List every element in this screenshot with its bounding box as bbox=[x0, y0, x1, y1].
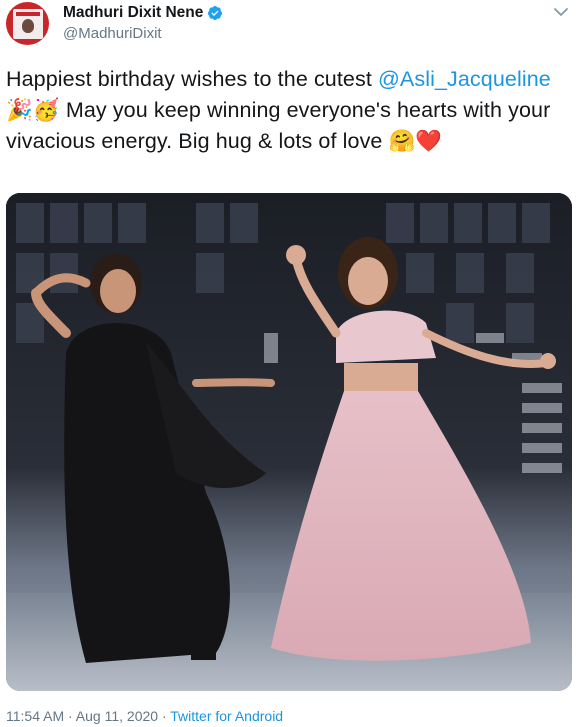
tweet-text-after: May you keep winning everyone's hearts w… bbox=[6, 97, 551, 154]
tweet-text: Happiest birthday wishes to the cutest @… bbox=[6, 64, 576, 158]
hug-heart-emoji: 🤗❤️ bbox=[388, 129, 443, 154]
tweet-photo[interactable] bbox=[6, 193, 572, 691]
meta-separator: · bbox=[64, 708, 76, 724]
verified-badge-icon bbox=[208, 6, 223, 20]
party-emoji: 🎉🥳 bbox=[6, 97, 60, 123]
chevron-down-icon[interactable] bbox=[553, 6, 569, 18]
tweet-card: Madhuri Dixit Nene @MadhuriDixit Happies… bbox=[0, 0, 585, 727]
meta-separator-2: · bbox=[158, 708, 171, 724]
author-name[interactable]: Madhuri Dixit Nene bbox=[63, 4, 203, 22]
author-name-row[interactable]: Madhuri Dixit Nene bbox=[63, 4, 223, 22]
avatar-image bbox=[12, 8, 43, 39]
photo-illustration bbox=[6, 193, 572, 691]
tweet-date[interactable]: Aug 11, 2020 bbox=[76, 708, 158, 724]
tweet-metadata: 11:54 AM · Aug 11, 2020 · Twitter for An… bbox=[6, 708, 283, 724]
avatar[interactable] bbox=[6, 2, 49, 45]
mention-link[interactable]: @Asli_Jacqueline bbox=[378, 67, 551, 91]
tweet-time[interactable]: 11:54 AM bbox=[6, 708, 64, 724]
author-handle[interactable]: @MadhuriDixit bbox=[63, 25, 162, 42]
tweet-source-link[interactable]: Twitter for Android bbox=[170, 708, 283, 724]
tweet-text-before: Happiest birthday wishes to the cutest bbox=[6, 67, 378, 91]
